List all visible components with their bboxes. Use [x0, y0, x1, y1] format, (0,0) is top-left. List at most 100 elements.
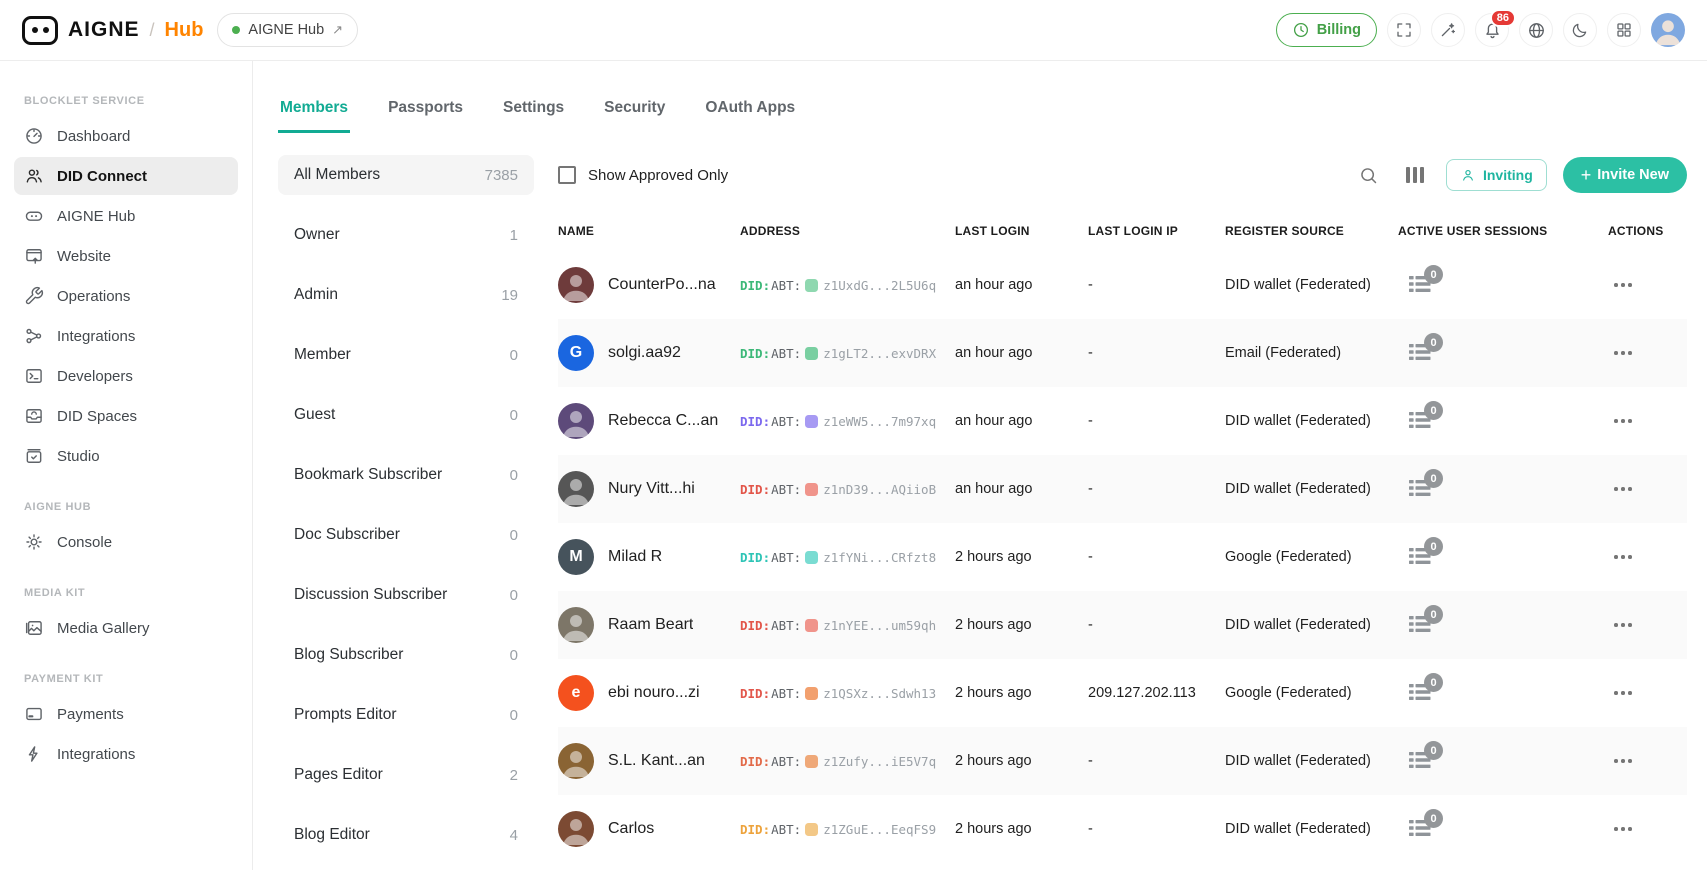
sidebar-item-media-gallery[interactable]: Media Gallery	[14, 609, 238, 647]
brand-logo[interactable]: AIGNE / Hub	[22, 15, 203, 45]
sessions-button[interactable]: 0	[1408, 537, 1443, 568]
member-address-cell[interactable]: DID: ABT: z1Zufy...iE5V7q	[740, 754, 955, 769]
invite-new-button[interactable]: + Invite New	[1562, 157, 1687, 193]
member-avatar[interactable]	[558, 267, 594, 303]
sidebar-item-did-connect[interactable]: DID Connect	[14, 157, 238, 195]
member-avatar[interactable]: G	[558, 335, 594, 371]
role-filter-item[interactable]: Admin 19	[278, 275, 534, 315]
sessions-button[interactable]: 0	[1408, 809, 1443, 840]
column-header-address[interactable]: ADDRESS	[740, 224, 955, 238]
sidebar-item-studio[interactable]: Studio	[14, 437, 238, 475]
member-avatar[interactable]: e	[558, 675, 594, 711]
role-filter-item[interactable]: Prompts Editor 0	[278, 695, 534, 735]
role-filter-item[interactable]: Owner 1	[278, 215, 534, 255]
sidebar-item-integrations[interactable]: Integrations	[14, 317, 238, 355]
sidebar-item-website[interactable]: Website	[14, 237, 238, 275]
sessions-button[interactable]: 0	[1408, 469, 1443, 500]
row-actions-button[interactable]	[1614, 827, 1687, 831]
locale-button[interactable]	[1519, 13, 1553, 47]
member-avatar[interactable]: M	[558, 539, 594, 575]
column-header-last-login[interactable]: LAST LOGIN	[955, 224, 1088, 238]
member-row[interactable]: Raam Beart DID: ABT: z1nYEE...um59qh 2 h…	[558, 591, 1687, 659]
sidebar-item-aigne-hub[interactable]: AIGNE Hub	[14, 197, 238, 235]
sidebar-item-payments[interactable]: Payments	[14, 695, 238, 733]
show-approved-only-checkbox[interactable]: Show Approved Only	[558, 166, 728, 184]
role-filter-item[interactable]: All Members 7385	[278, 155, 534, 195]
member-row[interactable]: CounterPo...na DID: ABT: z1UxdG...2L5U6q…	[558, 251, 1687, 319]
role-filter-item[interactable]: Bookmark Subscriber 0	[278, 455, 534, 495]
row-actions-button[interactable]	[1614, 419, 1687, 423]
dark-mode-button[interactable]	[1563, 13, 1597, 47]
role-filter-item[interactable]: Member 0	[278, 335, 534, 375]
user-avatar[interactable]	[1651, 13, 1685, 47]
member-address-cell[interactable]: DID: ABT: z1eWW5...7m97xq	[740, 414, 955, 429]
member-row[interactable]: Carlos DID: ABT: z1ZGuE...EeqFS9 2 hours…	[558, 795, 1687, 863]
member-avatar[interactable]	[558, 743, 594, 779]
view-columns-button[interactable]	[1400, 160, 1430, 190]
column-header-name[interactable]: NAME	[558, 224, 740, 238]
sessions-button[interactable]: 0	[1408, 333, 1443, 364]
tab-members[interactable]: Members	[278, 89, 351, 133]
row-actions-button[interactable]	[1614, 487, 1687, 491]
billing-button[interactable]: Billing	[1275, 13, 1377, 47]
member-avatar[interactable]	[558, 471, 594, 507]
inviting-button[interactable]: Inviting	[1445, 159, 1547, 191]
member-sessions-cell: 0	[1398, 673, 1608, 704]
row-actions-button[interactable]	[1614, 623, 1687, 627]
sidebar-item-payment-integrations[interactable]: Integrations	[14, 735, 238, 773]
member-address-cell[interactable]: DID: ABT: z1UxdG...2L5U6q	[740, 278, 955, 293]
role-filter-item[interactable]: Pages Editor 2	[278, 755, 534, 795]
member-row[interactable]: Rebecca C...an DID: ABT: z1eWW5...7m97xq…	[558, 387, 1687, 455]
sidebar-item-console[interactable]: Console	[14, 523, 238, 561]
sidebar-item-operations[interactable]: Operations	[14, 277, 238, 315]
member-address-cell[interactable]: DID: ABT: z1nYEE...um59qh	[740, 618, 955, 633]
tab-security[interactable]: Security	[602, 89, 667, 133]
row-actions-button[interactable]	[1614, 555, 1687, 559]
row-actions-button[interactable]	[1614, 283, 1687, 287]
member-row[interactable]: G solgi.aa92 DID: ABT: z1gLT2...exvDRX a…	[558, 319, 1687, 387]
role-filter-item[interactable]: Blog Editor 4	[278, 815, 534, 855]
sessions-button[interactable]: 0	[1408, 741, 1443, 772]
column-header-active-user-sessions[interactable]: ACTIVE USER SESSIONS	[1398, 224, 1608, 238]
role-filter-item[interactable]: Blog Subscriber 0	[278, 635, 534, 675]
member-address-cell[interactable]: DID: ABT: z1nD39...AQiioB	[740, 482, 955, 497]
sidebar-item-did-spaces[interactable]: DID Spaces	[14, 397, 238, 435]
sessions-button[interactable]: 0	[1408, 401, 1443, 432]
member-address-cell[interactable]: DID: ABT: z1gLT2...exvDRX	[740, 346, 955, 361]
member-address-cell[interactable]: DID: ABT: z1QSXz...Sdwh13	[740, 686, 955, 701]
member-address-cell[interactable]: DID: ABT: z1ZGuE...EeqFS9	[740, 822, 955, 837]
sessions-button[interactable]: 0	[1408, 605, 1443, 636]
member-avatar[interactable]	[558, 811, 594, 847]
role-filter-item[interactable]: Discussion Subscriber 0	[278, 575, 534, 615]
tab-oauth-apps[interactable]: OAuth Apps	[703, 89, 797, 133]
member-row[interactable]: S.L. Kant...an DID: ABT: z1Zufy...iE5V7q…	[558, 727, 1687, 795]
column-header-actions[interactable]: ACTIONS	[1608, 224, 1687, 238]
column-header-last-login-ip[interactable]: LAST LOGIN IP	[1088, 224, 1225, 238]
column-header-register-source[interactable]: REGISTER SOURCE	[1225, 224, 1398, 238]
sessions-button[interactable]: 0	[1408, 673, 1443, 704]
role-filter-item[interactable]: Doc Subscriber 0	[278, 515, 534, 555]
member-avatar[interactable]	[558, 607, 594, 643]
notifications-button[interactable]: 86	[1475, 9, 1516, 47]
role-filter-item[interactable]: Guest 0	[278, 395, 534, 435]
row-actions-button[interactable]	[1614, 759, 1687, 763]
sidebar-item-developers[interactable]: Developers	[14, 357, 238, 395]
search-button[interactable]	[1354, 160, 1384, 190]
member-avatar[interactable]	[558, 403, 594, 439]
row-actions-button[interactable]	[1614, 691, 1687, 695]
sessions-button[interactable]: 0	[1408, 265, 1443, 296]
member-name: solgi.aa92	[608, 344, 681, 361]
apps-menu-button[interactable]	[1607, 13, 1641, 47]
magic-wand-button[interactable]	[1431, 13, 1465, 47]
sidebar-item-dashboard[interactable]: Dashboard	[14, 117, 238, 155]
member-row[interactable]: Nury Vitt...hi DID: ABT: z1nD39...AQiioB…	[558, 455, 1687, 523]
row-actions-button[interactable]	[1614, 351, 1687, 355]
checkbox-icon[interactable]	[558, 166, 576, 184]
tab-settings[interactable]: Settings	[501, 89, 566, 133]
app-switcher-pill[interactable]: AIGNE Hub ↗	[217, 13, 359, 47]
member-row[interactable]: M Milad R DID: ABT: z1fYNi...CRfzt8 2 ho…	[558, 523, 1687, 591]
member-row[interactable]: e ebi nouro...zi DID: ABT: z1QSXz...Sdwh…	[558, 659, 1687, 727]
tab-passports[interactable]: Passports	[386, 89, 465, 133]
member-address-cell[interactable]: DID: ABT: z1fYNi...CRfzt8	[740, 550, 955, 565]
fullscreen-button[interactable]	[1387, 13, 1421, 47]
